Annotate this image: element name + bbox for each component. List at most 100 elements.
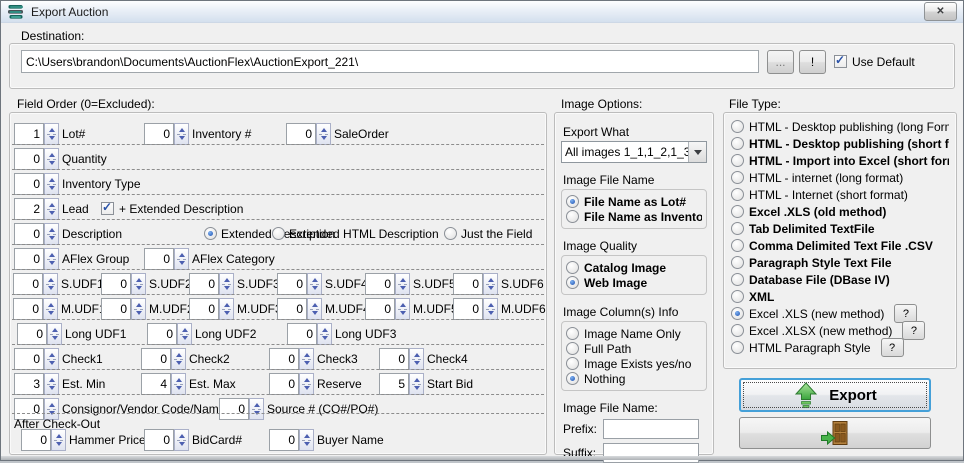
spinner-est-max[interactable] <box>141 373 186 395</box>
prefix-input[interactable] <box>603 419 699 439</box>
spinner-input-s-udf3[interactable] <box>189 273 219 295</box>
export-what-combobox[interactable]: All images 1_1,1_2,1_3 <box>561 141 707 163</box>
spinner-arrows-reserve[interactable] <box>299 373 314 395</box>
spinner-arrows-m-udf3[interactable] <box>219 298 234 320</box>
spinner-m-udf4[interactable] <box>277 298 322 320</box>
spinner-arrows-long-udf3[interactable] <box>317 323 332 345</box>
radio-tab-delimited-textfile[interactable] <box>731 222 744 235</box>
option-row-nothing[interactable]: Nothing <box>566 371 702 386</box>
radio-excel-xlsx-new-method[interactable] <box>731 324 744 337</box>
radio-catalog-image[interactable] <box>566 261 579 274</box>
file-type-row-excel-xls-new-method[interactable]: Excel .XLS (new method)? <box>731 305 949 322</box>
spinner-start-bid[interactable] <box>379 373 424 395</box>
spinner-arrows-s-udf6[interactable] <box>483 273 498 295</box>
spinner-inventory[interactable] <box>144 123 189 145</box>
spinner-arrows-est-max[interactable] <box>171 373 186 395</box>
spinner-s-udf2[interactable] <box>101 273 146 295</box>
radio-paragraph-style-text-file[interactable] <box>731 256 744 269</box>
combo-dropdown-button[interactable] <box>688 142 706 162</box>
destination-path-input[interactable] <box>21 50 759 73</box>
spinner-bidcard[interactable] <box>144 429 189 451</box>
file-type-row-html-paragraph-style[interactable]: HTML Paragraph Style? <box>731 339 949 356</box>
spinner-m-udf5[interactable] <box>365 298 410 320</box>
file-type-row-html-desktop-publishing-long-format[interactable]: HTML - Desktop publishing (long Format) <box>731 118 949 135</box>
radio-html-desktop-publishing-short-format[interactable] <box>731 137 744 150</box>
spinner-input-s-udf6[interactable] <box>453 273 483 295</box>
radio-excel-xls-old-method[interactable] <box>731 205 744 218</box>
spinner-input-lot[interactable] <box>14 123 44 145</box>
use-default-checkbox[interactable] <box>834 55 847 68</box>
checkbox-extended-description[interactable] <box>101 202 114 215</box>
spinner-input-description[interactable] <box>14 223 44 245</box>
help-button-html-paragraph-style[interactable]: ? <box>881 338 904 357</box>
file-type-row-database-file-dbase-iv[interactable]: Database File (DBase IV) <box>731 271 949 288</box>
option-row-full-path[interactable]: Full Path <box>566 341 702 356</box>
radio-extended-description[interactable] <box>204 227 217 240</box>
spinner-check4[interactable] <box>379 348 424 370</box>
spinner-arrows-m-udf2[interactable] <box>131 298 146 320</box>
spinner-arrows-aflex-category[interactable] <box>174 248 189 270</box>
option-row-image-exists-yes-no[interactable]: Image Exists yes/no <box>566 356 702 371</box>
close-button[interactable]: ✕ <box>924 2 957 21</box>
spinner-m-udf1[interactable] <box>13 298 58 320</box>
spinner-input-check2[interactable] <box>141 348 171 370</box>
spinner-check3[interactable] <box>269 348 314 370</box>
spinner-input-hammer-price[interactable] <box>21 429 51 451</box>
option-row-image-name-only[interactable]: Image Name Only <box>566 326 702 341</box>
file-type-row-html-internet-long-format[interactable]: HTML - internet (long format) <box>731 169 949 186</box>
spinner-arrows-long-udf2[interactable] <box>177 323 192 345</box>
radio-html-paragraph-style[interactable] <box>731 341 744 354</box>
spinner-description[interactable] <box>14 223 59 245</box>
spinner-arrows-bidcard[interactable] <box>174 429 189 451</box>
spinner-input-inventory[interactable] <box>144 123 174 145</box>
spinner-input-m-udf4[interactable] <box>277 298 307 320</box>
spinner-input-inventory-type[interactable] <box>14 173 44 195</box>
spinner-quantity[interactable] <box>14 148 59 170</box>
spinner-input-m-udf1[interactable] <box>13 298 43 320</box>
radio-html-internet-long-format[interactable] <box>731 171 744 184</box>
spinner-m-udf6[interactable] <box>453 298 498 320</box>
spinner-input-start-bid[interactable] <box>379 373 409 395</box>
spinner-s-udf5[interactable] <box>365 273 410 295</box>
spinner-arrows-s-udf2[interactable] <box>131 273 146 295</box>
spinner-input-est-max[interactable] <box>141 373 171 395</box>
spinner-arrows-start-bid[interactable] <box>409 373 424 395</box>
spinner-input-long-udf1[interactable] <box>17 323 47 345</box>
file-type-row-html-internet-short-format[interactable]: HTML - Internet (short format) <box>731 186 949 203</box>
spinner-input-aflex-group[interactable] <box>14 248 44 270</box>
spinner-s-udf4[interactable] <box>277 273 322 295</box>
spinner-input-long-udf2[interactable] <box>147 323 177 345</box>
spinner-arrows-aflex-group[interactable] <box>44 248 59 270</box>
spinner-input-check1[interactable] <box>14 348 44 370</box>
radio-nothing[interactable] <box>566 372 579 385</box>
radio-just-the-field[interactable] <box>444 227 457 240</box>
file-type-row-xml[interactable]: XML <box>731 288 949 305</box>
spinner-arrows-m-udf6[interactable] <box>483 298 498 320</box>
radio-html-import-into-excel-short-format[interactable] <box>731 154 744 167</box>
spinner-input-aflex-category[interactable] <box>144 248 174 270</box>
spinner-hammer-price[interactable] <box>21 429 66 451</box>
spinner-input-m-udf6[interactable] <box>453 298 483 320</box>
spinner-input-est-min[interactable] <box>14 373 44 395</box>
radio-image-name-only[interactable] <box>566 327 579 340</box>
spinner-arrows-check1[interactable] <box>44 348 59 370</box>
radio-full-path[interactable] <box>566 342 579 355</box>
spinner-lot[interactable] <box>14 123 59 145</box>
spinner-input-lead[interactable] <box>14 198 44 220</box>
radio-file-name-as-lot[interactable] <box>566 195 579 208</box>
spinner-s-udf1[interactable] <box>13 273 58 295</box>
spinner-input-check4[interactable] <box>379 348 409 370</box>
spinner-long-udf2[interactable] <box>147 323 192 345</box>
spinner-input-buyer-name[interactable] <box>269 429 299 451</box>
spinner-arrows-s-udf4[interactable] <box>307 273 322 295</box>
radio-file-name-as-inventory[interactable] <box>566 210 579 223</box>
option-row-file-name-as-lot[interactable]: File Name as Lot# <box>566 194 702 209</box>
spinner-arrows-check3[interactable] <box>299 348 314 370</box>
spinner-arrows-lead[interactable] <box>44 198 59 220</box>
spinner-arrows-m-udf1[interactable] <box>43 298 58 320</box>
spinner-input-m-udf5[interactable] <box>365 298 395 320</box>
spinner-arrows-inventory-type[interactable] <box>44 173 59 195</box>
spinner-arrows-long-udf1[interactable] <box>47 323 62 345</box>
spinner-arrows-m-udf4[interactable] <box>307 298 322 320</box>
option-row-catalog-image[interactable]: Catalog Image <box>566 260 702 275</box>
